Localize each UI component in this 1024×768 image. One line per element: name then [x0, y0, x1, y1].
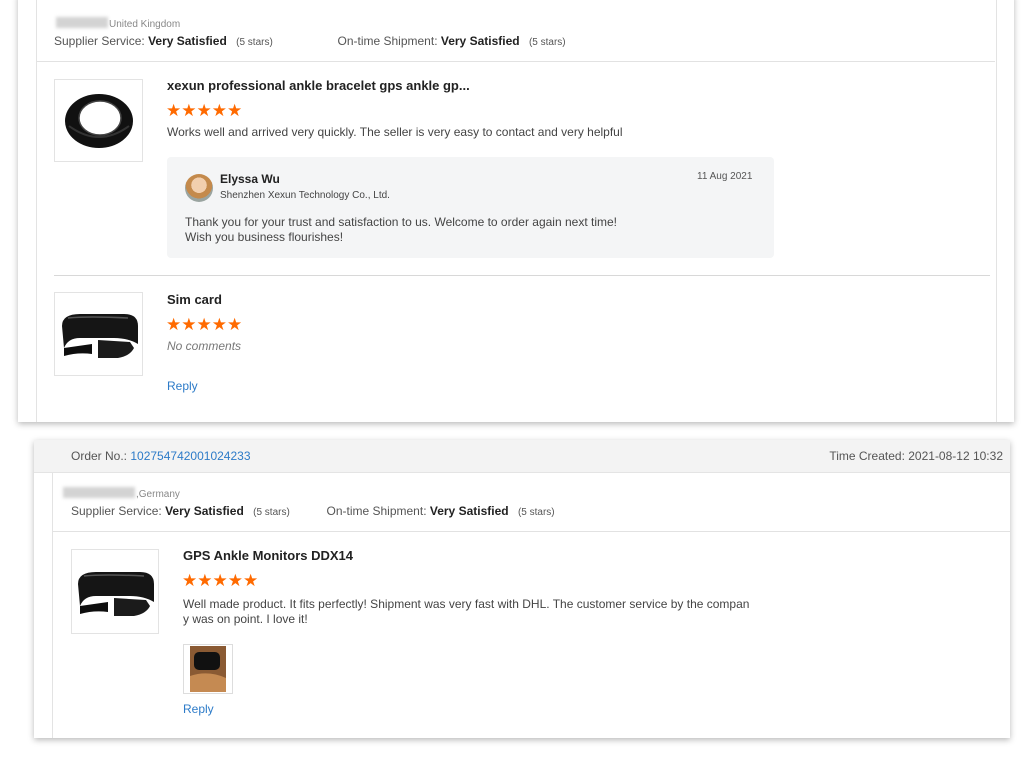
buyer-country: United Kingdom [109, 19, 181, 30]
ankle-monitor-image [61, 314, 138, 358]
store-ratings: Supplier Service: Very Satisfied (5 star… [71, 504, 555, 518]
star-icon: ★★★★★ [182, 571, 259, 590]
review-text: Works well and arrived very quickly. The… [167, 125, 623, 139]
supplier-service-label: Supplier Service: [54, 34, 145, 48]
review-card-uk: United Kingdom Supplier Service: Very Sa… [18, 0, 1014, 422]
supplier-service-value: Very Satisfied [165, 504, 244, 518]
review-card-germany: Order No.: 102754742001024233 Time Creat… [34, 440, 1010, 738]
ankle-monitor-image [78, 571, 154, 616]
order-label: Order No.: [71, 449, 128, 463]
ring-bracelet-image [64, 93, 133, 148]
supplier-service-value: Very Satisfied [148, 34, 227, 48]
card-left-border [52, 440, 53, 738]
shipment-stars: (5 stars) [517, 507, 555, 518]
avatar [185, 174, 213, 202]
reply-date: 11 Aug 2021 [697, 171, 753, 182]
reply-text-line2: Wish you business flourishes! [185, 230, 344, 244]
divider [37, 61, 995, 62]
reply-text-line1: Thank you for your trust and satisfactio… [185, 215, 617, 229]
review-text-line1: Well made product. It fits perfectly! Sh… [183, 597, 750, 611]
buyer-country: ,Germany [136, 489, 180, 500]
shipment-value: Very Satisfied [429, 504, 509, 518]
order-number-link[interactable]: 102754742001024233 [130, 449, 250, 463]
no-comments-text: No comments [167, 339, 242, 353]
reply-link[interactable]: Reply [183, 702, 214, 716]
card-left-border [36, 0, 37, 422]
buyer-info: ,Germany [63, 484, 180, 502]
shipment-value: Very Satisfied [440, 34, 520, 48]
shipment-stars: (5 stars) [528, 37, 566, 48]
supplier-service-stars: (5 stars) [253, 507, 290, 518]
seller-name: Elyssa Wu [220, 172, 280, 186]
product-title[interactable]: xexun professional ankle bracelet gps an… [167, 78, 470, 93]
card-right-border [996, 0, 997, 422]
supplier-service-label: Supplier Service: [71, 504, 162, 518]
buyer-name-blurred [63, 487, 135, 499]
seller-company: Shenzhen Xexun Technology Co., Ltd. [220, 190, 390, 201]
product-thumbnail[interactable] [71, 549, 159, 634]
review-photo-image [190, 646, 226, 692]
review-photo[interactable] [183, 644, 233, 694]
product-title[interactable]: Sim card [167, 292, 222, 307]
shipment-label: On-time Shipment: [337, 34, 438, 48]
product-thumbnail[interactable] [54, 292, 143, 376]
product-thumbnail[interactable] [54, 79, 143, 162]
reply-link[interactable]: Reply [167, 379, 198, 393]
order-header: Order No.: 102754742001024233 Time Creat… [34, 440, 1010, 473]
buyer-name-blurred [56, 17, 108, 29]
divider [54, 275, 990, 276]
supplier-service-stars: (5 stars) [236, 37, 273, 48]
product-title[interactable]: GPS Ankle Monitors DDX14 [183, 548, 353, 563]
seller-reply: Elyssa Wu Shenzhen Xexun Technology Co.,… [167, 157, 774, 258]
star-icon: ★★★★★ [166, 315, 243, 334]
buyer-info: United Kingdom [56, 14, 180, 32]
review-text-line2: y was on point. I love it! [183, 612, 308, 626]
time-created: Time Created: 2021-08-12 10:32 [829, 449, 1003, 463]
divider [53, 531, 1010, 532]
star-icon: ★★★★★ [166, 101, 243, 120]
store-ratings: Supplier Service: Very Satisfied (5 star… [54, 34, 566, 48]
shipment-label: On-time Shipment: [326, 504, 427, 518]
order-number: Order No.: 102754742001024233 [71, 449, 251, 463]
